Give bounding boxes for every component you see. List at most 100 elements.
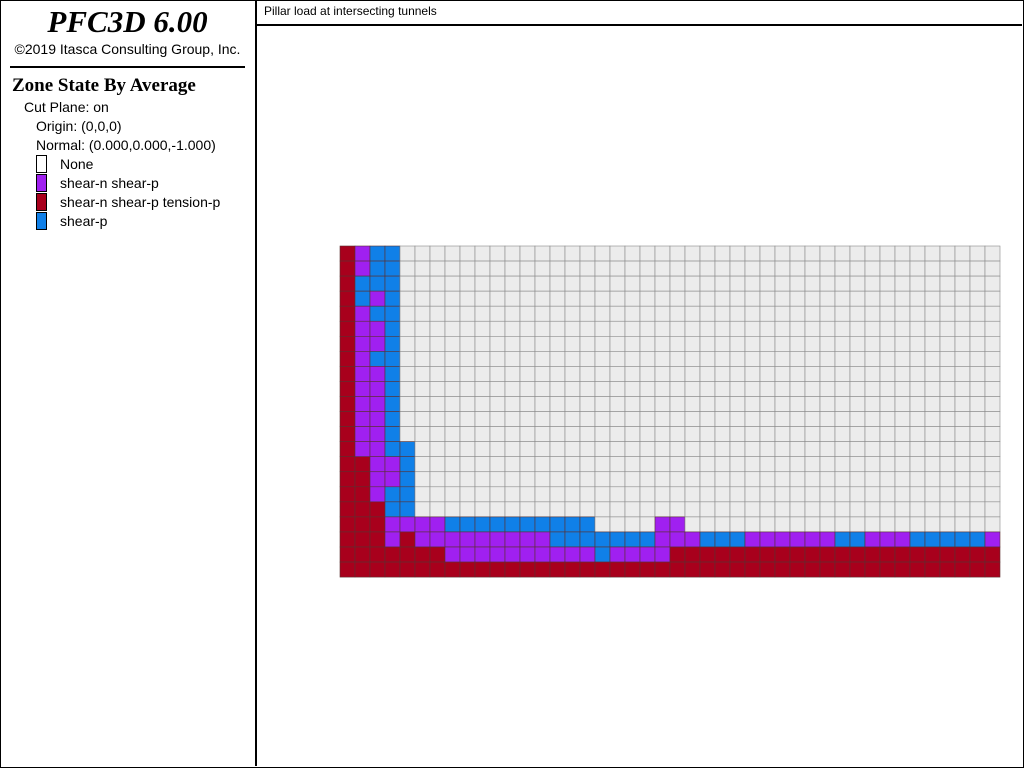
zone-cell (549, 411, 566, 427)
zone-cell (429, 441, 446, 457)
zone-cell (849, 275, 866, 292)
zone-cell (924, 546, 941, 563)
zone-cell (669, 456, 686, 473)
zone-cell (354, 426, 371, 442)
zone-cell (759, 351, 776, 367)
zone-cell (699, 486, 716, 503)
zone-cell (399, 531, 416, 548)
zone-cell (789, 396, 806, 412)
zone-cell (654, 486, 671, 503)
zone-cell (864, 546, 881, 563)
zone-cell (744, 441, 761, 457)
zone-cell (834, 260, 851, 277)
zone-cell (534, 411, 551, 427)
zone-cell (939, 441, 956, 457)
zone-cell (939, 561, 956, 578)
zone-cell (579, 426, 596, 442)
zone-cell (624, 396, 641, 412)
zone-cell (789, 516, 806, 533)
zone-cell (399, 396, 416, 412)
zone-cell (384, 305, 401, 322)
zone-cell (729, 561, 746, 578)
zone-cell (894, 471, 911, 488)
zone-cell (594, 561, 611, 578)
zone-cell (639, 396, 656, 412)
zone-cell (714, 260, 731, 277)
zone-cell (549, 351, 566, 367)
zone-cell (564, 471, 581, 488)
zone-cell (699, 305, 716, 322)
zone-cell (624, 501, 641, 518)
zone-cell (744, 245, 761, 262)
zone-cell (669, 260, 686, 277)
zone-cell (774, 546, 791, 563)
zone-cell (909, 516, 926, 533)
zone-cell (564, 275, 581, 292)
zone-cell (954, 486, 971, 503)
zone-cell (759, 561, 776, 578)
zone-cell (849, 381, 866, 397)
zone-cell (894, 366, 911, 382)
zone-cell (894, 456, 911, 473)
zone-cell (744, 516, 761, 533)
zone-cell (474, 396, 491, 412)
zone-cell (879, 546, 896, 563)
zone-cell (549, 260, 566, 277)
zone-cell (774, 531, 791, 548)
zone-cell (834, 501, 851, 518)
zone-cell (399, 456, 416, 473)
zone-cell (519, 290, 536, 307)
zone-cell (834, 441, 851, 457)
zone-cell (894, 441, 911, 457)
zone-cell (789, 275, 806, 292)
zone-cell (909, 366, 926, 382)
zone-cell (684, 456, 701, 473)
zone-cell (474, 471, 491, 488)
zone-cell (489, 531, 506, 548)
zone-cell (804, 245, 821, 262)
zone-cell (489, 335, 506, 352)
zone-cell (699, 501, 716, 518)
zone-cell (819, 426, 836, 442)
zone-cell (684, 441, 701, 457)
zone-cell (954, 290, 971, 307)
zone-cell (474, 441, 491, 457)
zone-cell (684, 426, 701, 442)
zone-cell (879, 456, 896, 473)
zone-cell (969, 260, 986, 277)
zone-cell (909, 501, 926, 518)
zone-cell (429, 335, 446, 352)
zone-cell (504, 366, 521, 382)
zone-cell (519, 501, 536, 518)
zone-cell (489, 471, 506, 488)
zone-cell (519, 426, 536, 442)
zone-cell (354, 441, 371, 457)
zone-cell (939, 516, 956, 533)
zone-plot[interactable] (0, 0, 1024, 768)
zone-cell (804, 396, 821, 412)
zone-cell (564, 486, 581, 503)
zone-cell (369, 351, 386, 367)
zone-cell (729, 486, 746, 503)
zone-cell (489, 396, 506, 412)
zone-cell (774, 501, 791, 518)
zone-cell (759, 456, 776, 473)
zone-cell (534, 546, 551, 563)
zone-cell (399, 426, 416, 442)
zone-cell (909, 411, 926, 427)
zone-cell (954, 471, 971, 488)
zone-cell (939, 245, 956, 262)
zone-cell (489, 366, 506, 382)
zone-cell (369, 411, 386, 427)
zone-cell (564, 456, 581, 473)
zone-cell (339, 501, 356, 518)
zone-cell (819, 471, 836, 488)
zone-cell (414, 351, 431, 367)
zone-cell (549, 456, 566, 473)
zone-cell (744, 396, 761, 412)
zone-cell (894, 501, 911, 518)
zone-cell (804, 320, 821, 337)
zone-cell (714, 305, 731, 322)
zone-cell (864, 381, 881, 397)
zone-cell (564, 260, 581, 277)
